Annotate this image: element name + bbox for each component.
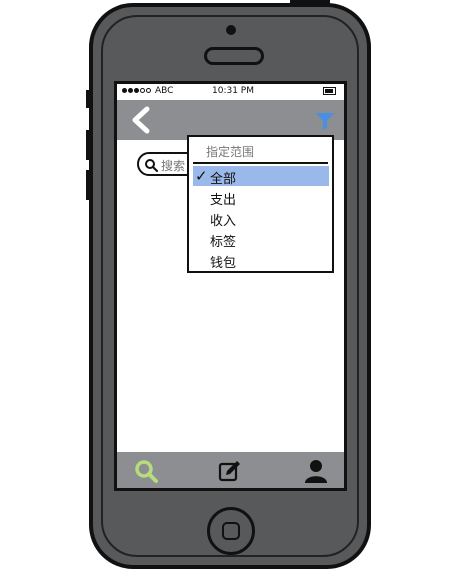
screen: ABC 10:31 PM 搜索 指定范围 ✓ 全部 支出 收入 标签 钱包 xyxy=(114,81,347,491)
speaker xyxy=(204,47,264,65)
tab-bar xyxy=(117,452,344,488)
dropdown-item-expense[interactable]: 支出 xyxy=(193,187,329,208)
dropdown-item-label: 全部 xyxy=(210,172,237,187)
tab-search[interactable] xyxy=(133,458,159,484)
dropdown-item-income[interactable]: 收入 xyxy=(193,208,329,229)
home-square-icon xyxy=(222,522,240,540)
status-bar: ABC 10:31 PM xyxy=(117,84,344,100)
back-button[interactable] xyxy=(129,106,153,134)
scope-dropdown: 指定范围 ✓ 全部 支出 收入 标签 钱包 xyxy=(187,135,334,273)
signal-icon xyxy=(122,88,151,93)
chevron-left-icon xyxy=(132,106,150,134)
mute-switch xyxy=(86,90,90,108)
tab-edit[interactable] xyxy=(217,458,243,484)
camera xyxy=(226,25,236,35)
user-icon xyxy=(305,460,327,483)
dropdown-item-tags[interactable]: 标签 xyxy=(193,229,329,250)
carrier-label: ABC xyxy=(155,86,174,96)
volume-up-button xyxy=(86,130,90,160)
edit-icon xyxy=(218,461,240,482)
volume-down-button xyxy=(86,170,90,200)
filter-button[interactable] xyxy=(314,110,336,132)
nav-bar xyxy=(117,100,344,140)
checkmark-icon: ✓ xyxy=(195,167,208,185)
dropdown-divider xyxy=(193,162,328,164)
home-button[interactable] xyxy=(207,507,255,555)
dropdown-item-label: 钱包 xyxy=(210,256,237,271)
dropdown-item-label: 收入 xyxy=(210,214,237,229)
dropdown-item-wallet[interactable]: 钱包 xyxy=(193,250,329,271)
search-placeholder: 搜索 xyxy=(161,159,186,173)
dropdown-item-label: 支出 xyxy=(210,193,237,208)
battery-icon xyxy=(323,87,336,95)
tab-profile[interactable] xyxy=(303,458,329,484)
filter-icon xyxy=(316,113,334,130)
dropdown-item-all[interactable]: ✓ 全部 xyxy=(193,166,329,187)
search-icon xyxy=(135,460,158,483)
power-button xyxy=(290,0,330,4)
search-icon xyxy=(144,157,158,172)
status-time: 10:31 PM xyxy=(212,86,254,96)
dropdown-item-label: 标签 xyxy=(210,235,237,250)
dropdown-header: 指定范围 xyxy=(206,145,255,159)
